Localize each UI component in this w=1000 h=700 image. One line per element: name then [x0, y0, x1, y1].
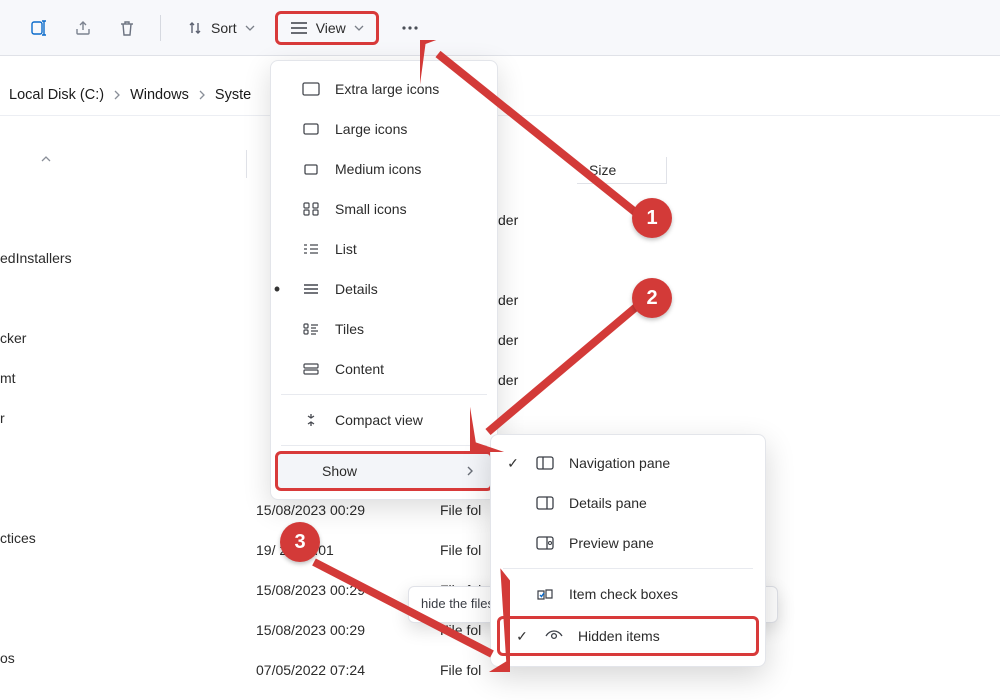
details-pane-icon: [535, 496, 555, 510]
date-cell: 15/08/2023 00:29: [256, 502, 396, 518]
menu-item-preview-pane[interactable]: Preview pane: [491, 523, 765, 563]
checkbox-icon: [535, 587, 555, 601]
breadcrumb[interactable]: Local Disk (C:) Windows Syste: [0, 74, 1000, 116]
menu-item-large-icons[interactable]: Large icons: [271, 109, 497, 149]
list-row[interactable]: 07/05/2022 07:24 File fol: [256, 650, 520, 690]
menu-item-item-check-boxes[interactable]: Item check boxes: [491, 574, 765, 614]
sort-button[interactable]: Sort: [177, 11, 265, 45]
share-button[interactable]: [66, 11, 100, 45]
column-header-size[interactable]: Size: [577, 157, 667, 184]
menu-item-details-pane[interactable]: Details pane: [491, 483, 765, 523]
menu-item-show[interactable]: Show: [275, 451, 493, 491]
chevron-right-icon: [466, 465, 474, 477]
list-item[interactable]: r: [0, 398, 100, 438]
type-cell: der: [498, 200, 518, 240]
navigation-pane-icon: [535, 456, 555, 470]
type-cell: der: [498, 280, 518, 320]
crumb-2[interactable]: Windows: [127, 87, 192, 103]
small-icons-icon: [301, 202, 321, 216]
bullet-icon: •: [270, 279, 284, 300]
chevron-down-icon: [245, 23, 255, 33]
list-lines-icon: [290, 21, 308, 35]
eye-icon: [544, 630, 564, 642]
view-label: View: [316, 20, 346, 36]
menu-item-medium-icons[interactable]: Medium icons: [271, 149, 497, 189]
extra-large-icon: [301, 82, 321, 96]
menu-divider: [503, 568, 753, 569]
date-cell: 07/05/2022 07:24: [256, 662, 396, 678]
menu-item-small-icons[interactable]: Small icons: [271, 189, 497, 229]
medium-icons-icon: [301, 164, 321, 175]
menu-divider: [281, 445, 487, 446]
annotation-badge-2: 2: [632, 278, 672, 318]
chevron-right-icon: [192, 90, 212, 100]
menu-item-details[interactable]: • Details: [271, 269, 497, 309]
date-cell: 15/08/2023 00:29: [256, 622, 396, 638]
compact-icon: [301, 413, 321, 427]
crumb-1[interactable]: Local Disk (C:): [6, 87, 107, 103]
menu-item-compact-view[interactable]: Compact view: [271, 400, 497, 440]
preview-pane-icon: [535, 536, 555, 550]
annotation-badge-3: 3: [280, 522, 320, 562]
large-icons-icon: [301, 123, 321, 135]
show-submenu: ✓ Navigation pane Details pane Preview p…: [490, 434, 766, 667]
type-cell: der: [498, 360, 518, 400]
details-icon: [301, 283, 321, 295]
chevron-right-icon: [107, 90, 127, 100]
chevron-down-icon: [354, 23, 364, 33]
menu-item-content[interactable]: Content: [271, 349, 497, 389]
content-icon: [301, 363, 321, 375]
type-cell: der: [498, 320, 518, 360]
delete-button[interactable]: [110, 11, 144, 45]
crumb-3[interactable]: Syste: [212, 87, 254, 103]
date-cell: 15/08/2023 00:29: [256, 582, 396, 598]
tiles-icon: [301, 323, 321, 335]
menu-item-list[interactable]: List: [271, 229, 497, 269]
menu-item-tiles[interactable]: Tiles: [271, 309, 497, 349]
list-item[interactable]: os: [0, 638, 100, 678]
menu-item-navigation-pane[interactable]: ✓ Navigation pane: [491, 443, 765, 483]
date-cell: 19/ 22 16:01: [256, 542, 396, 558]
column-divider: [246, 150, 247, 178]
list-item[interactable]: mt: [0, 358, 100, 398]
annotation-badge-1: 1: [632, 198, 672, 238]
view-button[interactable]: View: [275, 11, 379, 45]
menu-item-extra-large-icons[interactable]: Extra large icons: [271, 69, 497, 109]
more-button[interactable]: [393, 11, 427, 45]
list-item[interactable]: cker: [0, 318, 100, 358]
rename-button[interactable]: [22, 11, 56, 45]
toolbar-divider: [160, 15, 161, 41]
sort-label: Sort: [211, 20, 237, 36]
view-dropdown: Extra large icons Large icons Medium ico…: [270, 60, 498, 500]
check-icon: ✓: [514, 628, 530, 645]
list-item[interactable]: edInstallers: [0, 238, 100, 278]
list-item[interactable]: ctices: [0, 518, 100, 558]
list-icon: [301, 243, 321, 255]
menu-divider: [281, 394, 487, 395]
check-icon: ✓: [505, 455, 521, 472]
menu-item-hidden-items[interactable]: ✓ Hidden items: [497, 616, 759, 656]
